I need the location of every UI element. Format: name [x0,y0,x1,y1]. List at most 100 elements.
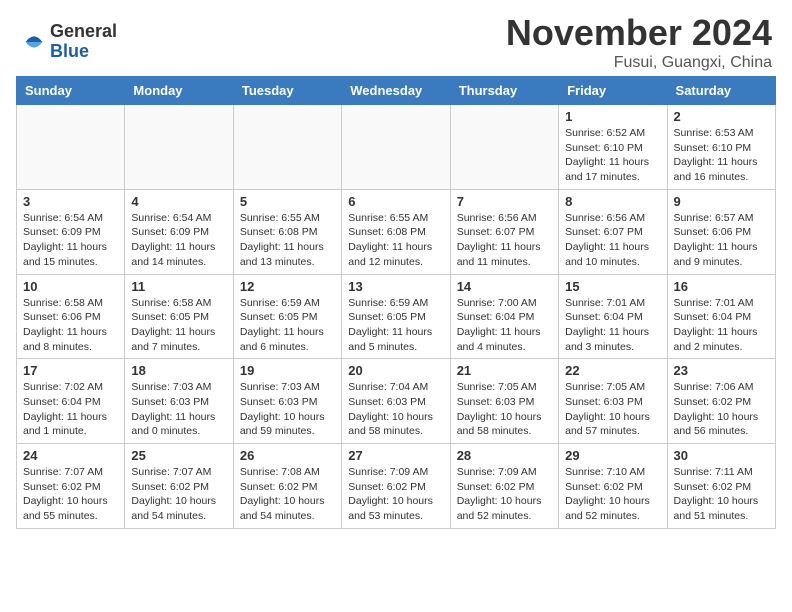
day-cell: 30Sunrise: 7:11 AMSunset: 6:02 PMDayligh… [667,444,775,529]
day-cell: 28Sunrise: 7:09 AMSunset: 6:02 PMDayligh… [450,444,558,529]
day-cell: 17 Sunrise: 7:02 AMSunset: 6:04 PMDayligh… [17,359,125,444]
day-info: Sunrise: 7:05 AMSunset: 6:03 PMDaylight:… [457,380,552,439]
day-number: 29 [565,448,660,463]
day-cell [17,105,125,190]
day-cell: 15Sunrise: 7:01 AMSunset: 6:04 PMDayligh… [559,274,667,359]
day-info: Sunrise: 7:07 AMSunset: 6:02 PMDaylight:… [23,465,118,524]
day-info: Sunrise: 7:05 AMSunset: 6:03 PMDaylight:… [565,380,660,439]
day-info: Sunrise: 7:04 AMSunset: 6:03 PMDaylight:… [348,380,443,439]
calendar-body: 1Sunrise: 6:52 AMSunset: 6:10 PMDaylight… [17,105,776,529]
day-cell: 24 Sunrise: 7:07 AMSunset: 6:02 PMDayligh… [17,444,125,529]
day-info: Sunrise: 6:55 AMSunset: 6:08 PMDaylight:… [240,211,335,270]
day-info: Sunrise: 6:55 AMSunset: 6:08 PMDaylight:… [348,211,443,270]
day-cell: 25Sunrise: 7:07 AMSunset: 6:02 PMDayligh… [125,444,233,529]
day-info: Sunrise: 7:09 AMSunset: 6:02 PMDaylight:… [348,465,443,524]
day-number: 23 [674,363,769,378]
day-number: 9 [674,194,769,209]
col-header-monday: Monday [125,77,233,105]
day-cell: 2 Sunrise: 6:53 AMSunset: 6:10 PMDaylight… [667,105,775,190]
main-title: November 2024 [506,12,772,54]
calendar-header: SundayMondayTuesdayWednesdayThursdayFrid… [17,77,776,105]
day-info: Sunrise: 6:54 AMSunset: 6:09 PMDaylight:… [23,211,118,270]
day-cell: 3 Sunrise: 6:54 AMSunset: 6:09 PMDaylight… [17,189,125,274]
day-number: 14 [457,279,552,294]
day-number: 26 [240,448,335,463]
day-cell: 27 Sunrise: 7:09 AMSunset: 6:02 PMDayligh… [342,444,450,529]
day-info: Sunrise: 7:03 AMSunset: 6:03 PMDaylight:… [240,380,335,439]
day-number: 13 [348,279,443,294]
day-number: 15 [565,279,660,294]
day-cell: 23Sunrise: 7:06 AMSunset: 6:02 PMDayligh… [667,359,775,444]
day-info: Sunrise: 7:00 AMSunset: 6:04 PMDaylight:… [457,296,552,355]
logo: General Blue [20,22,117,62]
col-header-saturday: Saturday [667,77,775,105]
day-info: Sunrise: 6:53 AMSunset: 6:10 PMDaylight:… [674,126,769,185]
day-cell: 6 Sunrise: 6:55 AMSunset: 6:08 PMDaylight… [342,189,450,274]
day-number: 20 [348,363,443,378]
day-number: 25 [131,448,226,463]
day-number: 19 [240,363,335,378]
week-row-1: 3 Sunrise: 6:54 AMSunset: 6:09 PMDaylight… [17,189,776,274]
day-number: 21 [457,363,552,378]
day-cell: 1Sunrise: 6:52 AMSunset: 6:10 PMDaylight… [559,105,667,190]
day-info: Sunrise: 6:56 AMSunset: 6:07 PMDaylight:… [457,211,552,270]
col-header-friday: Friday [559,77,667,105]
col-header-sunday: Sunday [17,77,125,105]
week-row-2: 10Sunrise: 6:58 AMSunset: 6:06 PMDayligh… [17,274,776,359]
day-info: Sunrise: 6:59 AMSunset: 6:05 PMDaylight:… [348,296,443,355]
day-cell [125,105,233,190]
col-header-tuesday: Tuesday [233,77,341,105]
day-number: 4 [131,194,226,209]
day-cell: 9 Sunrise: 6:57 AMSunset: 6:06 PMDaylight… [667,189,775,274]
day-cell: 12 Sunrise: 6:59 AMSunset: 6:05 PMDayligh… [233,274,341,359]
day-cell: 10Sunrise: 6:58 AMSunset: 6:06 PMDayligh… [17,274,125,359]
day-number: 28 [457,448,552,463]
day-cell: 7 Sunrise: 6:56 AMSunset: 6:07 PMDaylight… [450,189,558,274]
day-info: Sunrise: 7:08 AMSunset: 6:02 PMDaylight:… [240,465,335,524]
day-info: Sunrise: 7:03 AMSunset: 6:03 PMDaylight:… [131,380,226,439]
day-number: 18 [131,363,226,378]
day-info: Sunrise: 7:11 AMSunset: 6:02 PMDaylight:… [674,465,769,524]
day-info: Sunrise: 6:57 AMSunset: 6:06 PMDaylight:… [674,211,769,270]
day-cell: 18 Sunrise: 7:03 AMSunset: 6:03 PMDayligh… [125,359,233,444]
day-number: 5 [240,194,335,209]
day-number: 12 [240,279,335,294]
logo-text: General Blue [50,22,117,62]
day-cell: 16 Sunrise: 7:01 AMSunset: 6:04 PMDayligh… [667,274,775,359]
day-number: 22 [565,363,660,378]
week-row-4: 24 Sunrise: 7:07 AMSunset: 6:02 PMDayligh… [17,444,776,529]
day-number: 7 [457,194,552,209]
day-number: 2 [674,109,769,124]
day-number: 10 [23,279,118,294]
day-number: 6 [348,194,443,209]
day-info: Sunrise: 6:59 AMSunset: 6:05 PMDaylight:… [240,296,335,355]
col-header-wednesday: Wednesday [342,77,450,105]
week-row-0: 1Sunrise: 6:52 AMSunset: 6:10 PMDaylight… [17,105,776,190]
day-info: Sunrise: 7:02 AMSunset: 6:04 PMDaylight:… [23,380,118,439]
calendar: SundayMondayTuesdayWednesdayThursdayFrid… [16,76,776,529]
day-number: 24 [23,448,118,463]
day-cell: 11 Sunrise: 6:58 AMSunset: 6:05 PMDayligh… [125,274,233,359]
day-cell: 8Sunrise: 6:56 AMSunset: 6:07 PMDaylight… [559,189,667,274]
day-cell: 19 Sunrise: 7:03 AMSunset: 6:03 PMDayligh… [233,359,341,444]
day-number: 16 [674,279,769,294]
day-cell: 20 Sunrise: 7:04 AMSunset: 6:03 PMDayligh… [342,359,450,444]
day-cell: 14 Sunrise: 7:00 AMSunset: 6:04 PMDayligh… [450,274,558,359]
logo-icon [20,28,48,56]
col-header-thursday: Thursday [450,77,558,105]
day-cell: 29Sunrise: 7:10 AMSunset: 6:02 PMDayligh… [559,444,667,529]
day-info: Sunrise: 6:56 AMSunset: 6:07 PMDaylight:… [565,211,660,270]
week-row-3: 17 Sunrise: 7:02 AMSunset: 6:04 PMDayligh… [17,359,776,444]
day-info: Sunrise: 6:58 AMSunset: 6:05 PMDaylight:… [131,296,226,355]
day-cell: 21 Sunrise: 7:05 AMSunset: 6:03 PMDayligh… [450,359,558,444]
day-number: 11 [131,279,226,294]
subtitle: Fusui, Guangxi, China [506,54,772,72]
day-number: 3 [23,194,118,209]
day-number: 1 [565,109,660,124]
day-info: Sunrise: 7:01 AMSunset: 6:04 PMDaylight:… [674,296,769,355]
day-cell: 4Sunrise: 6:54 AMSunset: 6:09 PMDaylight… [125,189,233,274]
day-number: 17 [23,363,118,378]
header-row: SundayMondayTuesdayWednesdayThursdayFrid… [17,77,776,105]
day-cell [233,105,341,190]
day-number: 27 [348,448,443,463]
